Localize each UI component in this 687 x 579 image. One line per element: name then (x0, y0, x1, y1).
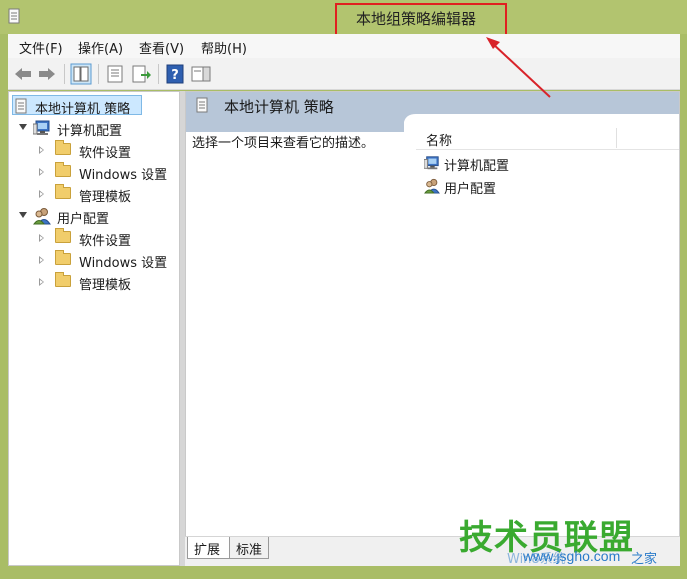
tree-label: 计算机配置 (57, 124, 123, 139)
tree-item-computer-config[interactable]: 计算机配置 (19, 118, 179, 139)
expand-arrow-icon[interactable] (19, 212, 27, 218)
column-divider[interactable] (616, 128, 617, 148)
toolbar-separator (98, 64, 99, 84)
tree-item-admin-templates[interactable]: 管理模板 (39, 272, 179, 293)
folder-icon (55, 272, 71, 287)
computer-icon (33, 120, 50, 135)
tree-label: 本地计算机 策略 (35, 102, 131, 117)
watermark: 技术员联盟 Win8系统 www.jsgho.com 之家 (455, 510, 687, 579)
show-action-pane-icon[interactable] (190, 63, 212, 85)
details-pane: 本地计算机 策略 选择一个项目来查看它的描述。 名称 计算机配置 用户配置 (185, 91, 680, 566)
description-text: 选择一个项目来查看它的描述。 (192, 136, 375, 151)
list-item-label: 计算机配置 (444, 159, 510, 174)
menu-view[interactable]: 查看(V) (139, 38, 184, 57)
toolbar-separator (158, 64, 159, 84)
tree-label: 软件设置 (79, 234, 132, 249)
tree-item-software-settings[interactable]: 软件设置 (39, 228, 179, 249)
watermark-url: www.jsgho.com (523, 548, 621, 564)
tree-item-admin-templates[interactable]: 管理模板 (39, 184, 179, 205)
menu-help[interactable]: 帮助(H) (201, 38, 247, 57)
collapse-arrow-icon[interactable] (39, 146, 44, 154)
collapse-arrow-icon[interactable] (39, 190, 44, 198)
export-list-icon[interactable] (130, 63, 152, 85)
menu-action[interactable]: 操作(A) (78, 38, 123, 57)
svg-text:?: ? (171, 68, 179, 83)
details-header-title: 本地计算机 策略 (224, 98, 334, 116)
list-item-user-config[interactable]: 用户配置 (424, 176, 624, 197)
collapse-arrow-icon[interactable] (39, 256, 44, 264)
policy-document-icon (8, 8, 20, 24)
folder-icon (55, 162, 71, 177)
list-item-label: 用户配置 (444, 182, 497, 197)
tab-label: 标准 (236, 543, 263, 558)
tree-label: Windows 设置 (79, 168, 168, 183)
policy-document-icon (15, 98, 27, 114)
folder-icon (55, 250, 71, 265)
tree-item-windows-settings[interactable]: Windows 设置 (39, 162, 179, 183)
menu-file[interactable]: 文件(F) (19, 38, 63, 57)
expand-arrow-icon[interactable] (19, 124, 27, 130)
watermark-suffix: 之家 (631, 552, 658, 567)
tree-item-user-config[interactable]: 用户配置 (19, 206, 179, 227)
tab-label: 扩展 (194, 543, 221, 558)
tree-label: 用户配置 (57, 212, 110, 227)
toolbar-separator (64, 64, 65, 84)
tab-standard[interactable]: 标准 (229, 537, 269, 559)
console-tree-pane: 本地计算机 策略 计算机配置 软件设置 Windows 设置 管理模板 用户配置… (8, 91, 180, 566)
list-item-computer-config[interactable]: 计算机配置 (424, 153, 624, 174)
tree-label: 管理模板 (79, 190, 132, 205)
collapse-arrow-icon[interactable] (39, 234, 44, 242)
folder-icon (55, 184, 71, 199)
policy-document-icon (196, 97, 208, 113)
collapse-arrow-icon[interactable] (39, 278, 44, 286)
toolbar: ? (8, 58, 680, 90)
tab-extended[interactable]: 扩展 (187, 537, 231, 559)
folder-icon (55, 228, 71, 243)
back-arrow-icon[interactable] (12, 63, 34, 85)
menu-bar: 文件(F) 操作(A) 查看(V) 帮助(H) (8, 34, 680, 58)
collapse-arrow-icon[interactable] (39, 168, 44, 176)
users-icon (424, 178, 440, 194)
tree-label: Windows 设置 (79, 256, 168, 271)
properties-icon[interactable] (104, 63, 126, 85)
forward-arrow-icon[interactable] (36, 63, 58, 85)
show-hide-tree-icon[interactable] (70, 63, 92, 85)
folder-icon (55, 140, 71, 155)
computer-icon (424, 156, 439, 170)
tree-label: 软件设置 (79, 146, 132, 161)
help-icon[interactable]: ? (164, 63, 186, 85)
tree-item-root[interactable]: 本地计算机 策略 (15, 96, 175, 117)
tree-item-windows-settings[interactable]: Windows 设置 (39, 250, 179, 271)
tree-item-software-settings[interactable]: 软件设置 (39, 140, 179, 161)
column-header-name[interactable]: 名称 (426, 130, 452, 149)
users-icon (33, 208, 51, 225)
tree-label: 管理模板 (79, 278, 132, 293)
column-header: 名称 (416, 126, 679, 150)
